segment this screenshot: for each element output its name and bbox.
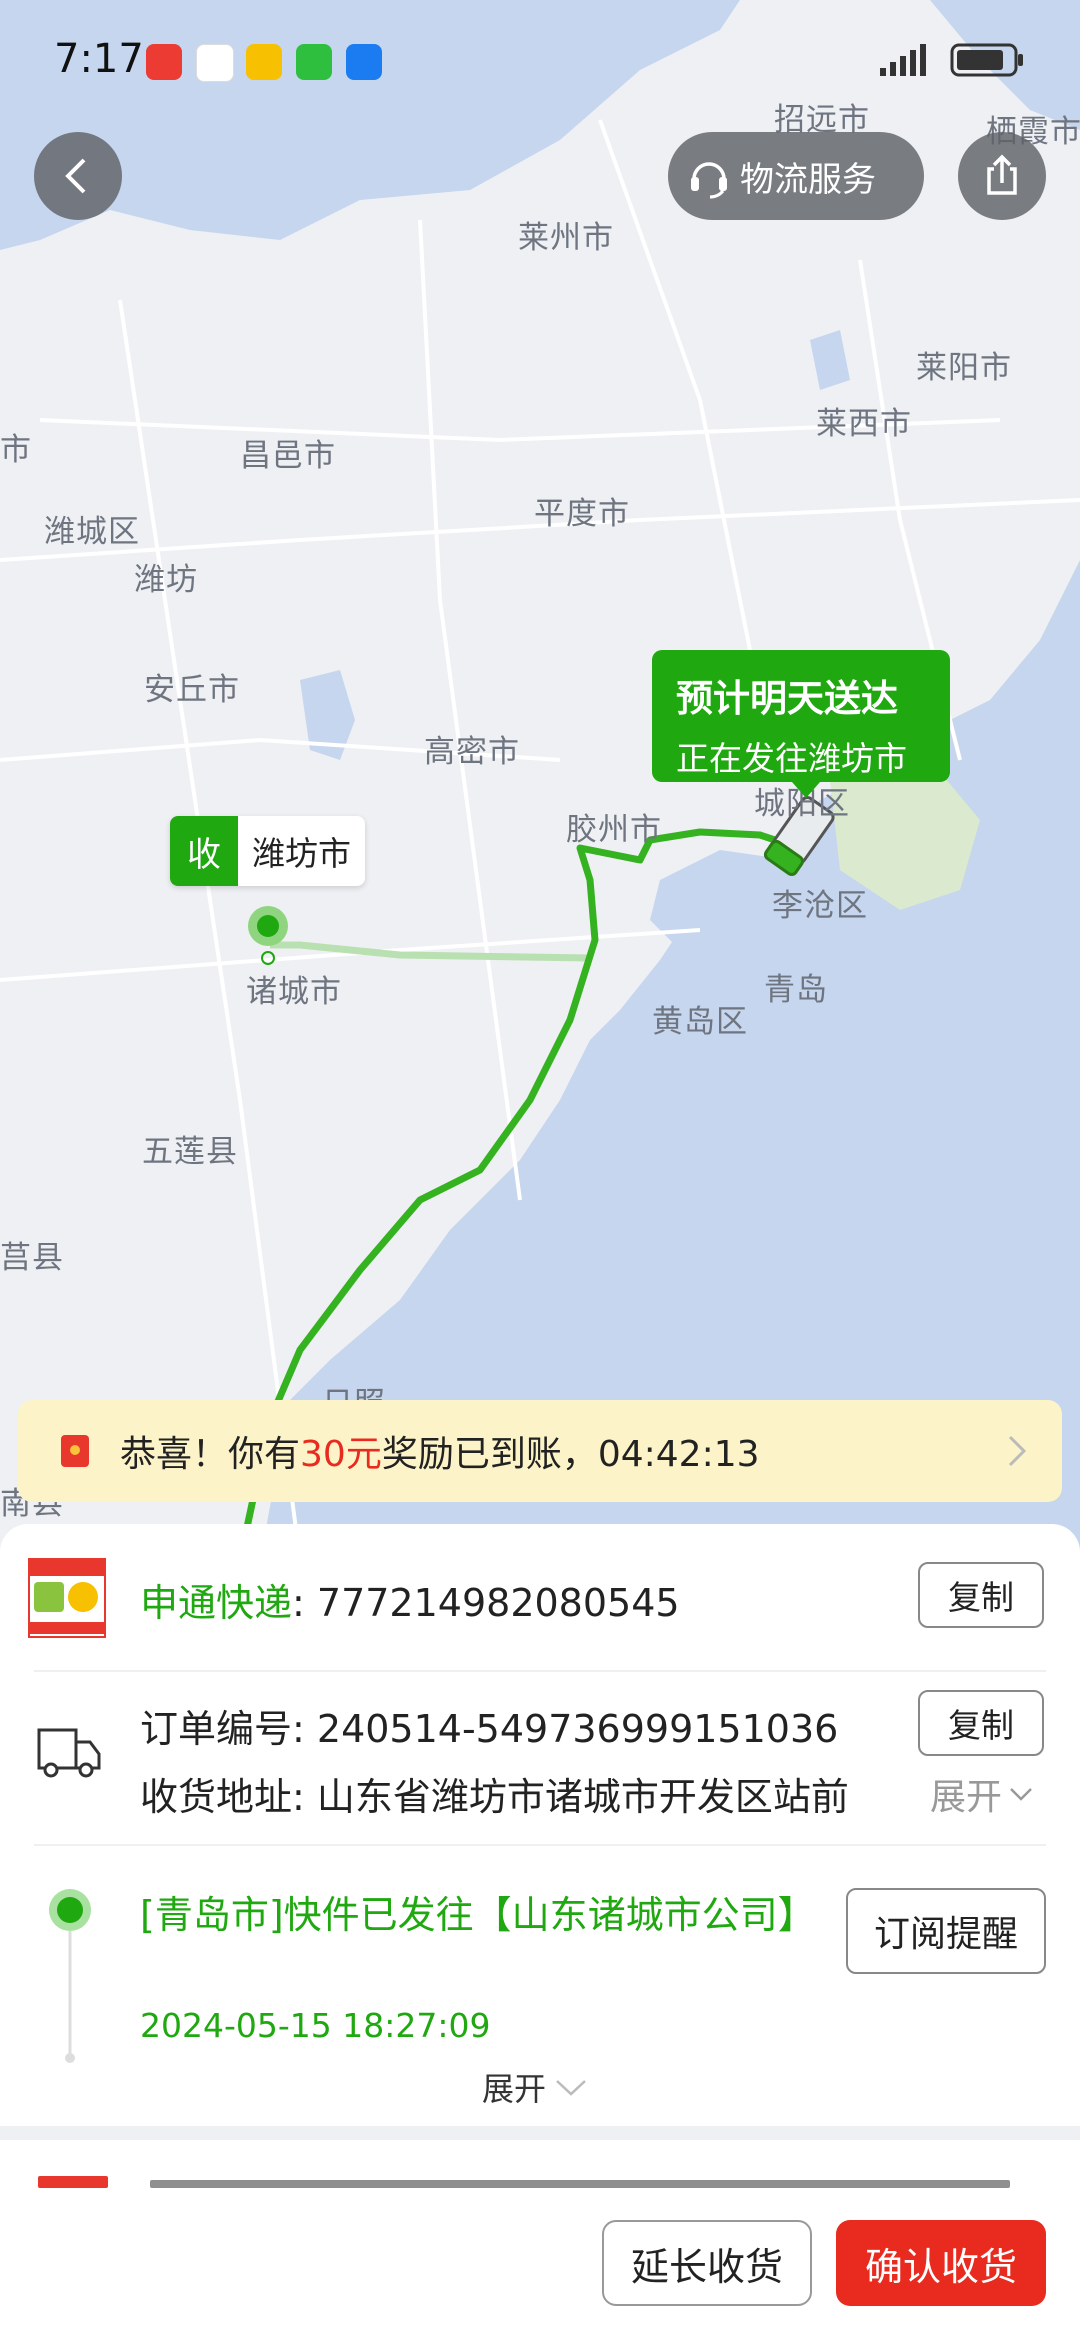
eta-subtitle: 正在发往潍坊市 [676, 739, 907, 778]
status-time: 7:17 [54, 36, 144, 82]
map-label: 莱州市 [518, 220, 614, 256]
eta-title: 预计明天送达 [676, 677, 898, 720]
map-label: 青岛 [764, 972, 828, 1008]
copy-order-button[interactable]: 复制 [918, 1690, 1044, 1756]
weibo-icon [246, 44, 282, 80]
reward-amount: 30元 [300, 1434, 382, 1475]
map-view[interactable]: 招远市 栖霞市 莱州市 莱阳市 莱西市 市 昌邑市 平度市 潍城区 潍坊 安丘市… [0, 0, 1080, 1560]
address-expand-button[interactable]: 展开 [930, 1768, 1034, 1820]
logistics-service-label: 物流服务 [740, 159, 876, 200]
address-label: 收货地址: [140, 1775, 317, 1819]
map-label: 莒县 [0, 1240, 64, 1276]
reward-prefix: 恭喜！你有 [120, 1434, 301, 1475]
next-section-peek [0, 2140, 1080, 2188]
map-label: 潍坊 [134, 562, 198, 598]
mail-icon [346, 44, 382, 80]
chevron-right-icon [1008, 1435, 1027, 1467]
carrier-name: 申通快递 [140, 1581, 293, 1625]
tracking-expand-label: 展开 [482, 2070, 547, 2108]
order-label: 订单编号: [140, 1707, 317, 1751]
headset-icon [691, 162, 727, 199]
map-label: 莱西市 [816, 406, 912, 442]
reward-suffix: 奖励已到账，04:42:13 [381, 1434, 760, 1475]
order-row: 订单编号: 240514-549736999151036 [140, 1698, 838, 1753]
extend-receipt-button[interactable]: 延长收货 [602, 2220, 812, 2306]
map-label: 五莲县 [142, 1134, 238, 1170]
notification-app-icon [196, 44, 234, 82]
map-label: 市 [0, 432, 32, 468]
bottom-action-bar: 延长收货 确认收货 [0, 2188, 1080, 2331]
chevron-down-icon [556, 2080, 586, 2096]
shipment-card: 申通快递: 777214982080545 复制 订单编号: 240514-54… [0, 1524, 1080, 2126]
map-label: 胶州市 [566, 812, 662, 848]
share-button[interactable] [958, 132, 1046, 220]
chevron-left-icon [65, 158, 86, 194]
map-label: 李沧区 [772, 888, 868, 924]
map-label: 诸城市 [246, 974, 342, 1010]
map-label: 昌邑市 [240, 438, 336, 474]
tracking-expand-button[interactable]: 展开 [482, 2064, 588, 2110]
eta-bubble: 预计明天送达 正在发往潍坊市 [652, 650, 950, 798]
chevron-down-icon [1010, 1788, 1032, 1801]
latest-event-time: 2024-05-15 18:27:09 [140, 2006, 491, 2045]
map-label: 高密市 [424, 734, 520, 770]
red-envelope-icon [61, 1435, 89, 1467]
receiver-tag: 收 [170, 816, 238, 886]
map-label: 莱阳市 [916, 350, 1012, 386]
confirm-receipt-button[interactable]: 确认收货 [836, 2220, 1046, 2306]
share-icon [987, 154, 1017, 195]
battery-icon [950, 43, 1023, 77]
logistics-service-button[interactable]: 物流服务 [668, 132, 924, 220]
divider [34, 1844, 1046, 1846]
notification-app-icon [146, 44, 182, 80]
signal-icon [880, 44, 926, 76]
reward-banner[interactable]: 恭喜！你有 30元 奖励已到账，04:42:13 [18, 1400, 1062, 1502]
copy-tracking-button[interactable]: 复制 [918, 1562, 1044, 1628]
latest-event-text: [青岛市]快件已发往【山东诸城市公司】 [140, 1893, 816, 1937]
subscribe-reminder-button[interactable]: 订阅提醒 [846, 1888, 1046, 1974]
divider [34, 1670, 1046, 1672]
map-label: 黄岛区 [652, 1004, 748, 1040]
wechat-icon [296, 44, 332, 80]
status-bar: 7:17 [0, 0, 1080, 120]
map-label: 安丘市 [144, 672, 240, 708]
timeline-marker [49, 1889, 91, 2063]
truck-icon [37, 1728, 101, 1778]
order-number: 240514-549736999151036 [316, 1707, 839, 1751]
map-label: 潍城区 [44, 514, 140, 550]
receiver-dot [257, 915, 279, 937]
address-expand-label: 展开 [930, 1777, 1003, 1818]
carrier-colon: : [292, 1581, 317, 1625]
receiver-city: 潍坊市 [252, 834, 351, 873]
back-button[interactable] [34, 132, 122, 220]
map-label: 平度市 [534, 496, 630, 532]
receiver-marker: 收 潍坊市 [170, 816, 365, 886]
address-row: 收货地址: 山东省潍坊市诸城市开发区站前 [140, 1766, 920, 1821]
tracking-number: 777214982080545 [316, 1581, 680, 1625]
carrier-row: 申通快递: 777214982080545 [140, 1572, 680, 1627]
address-value: 山东省潍坊市诸城市开发区站前 [316, 1775, 849, 1819]
store-logo [28, 1558, 106, 1638]
